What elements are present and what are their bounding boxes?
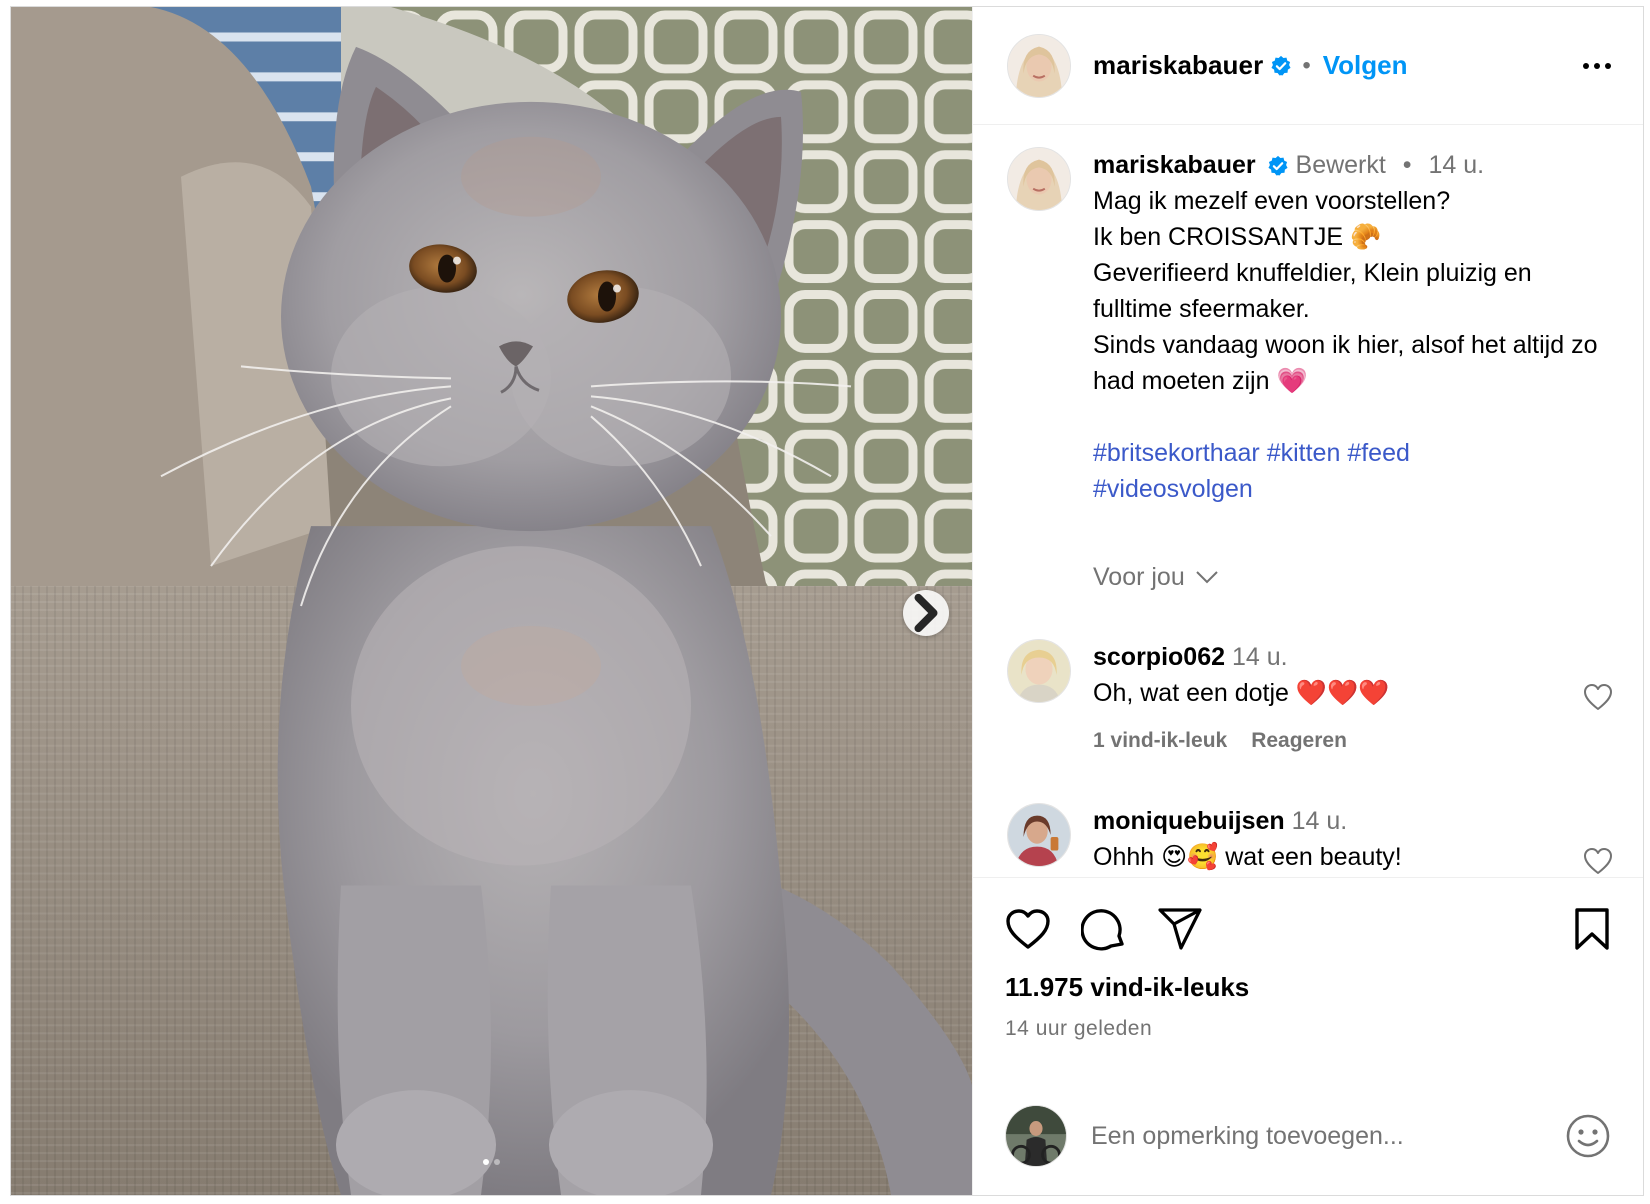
commenter-avatar-image bbox=[1008, 804, 1070, 866]
hashtag-link[interactable]: #kitten bbox=[1267, 439, 1341, 467]
caption: mariskabauer Bewerkt • 14 u. Mag ik meze… bbox=[1007, 147, 1611, 595]
more-options-icon bbox=[1583, 62, 1589, 69]
emoji-picker-button[interactable] bbox=[1565, 1113, 1611, 1159]
comment-meta-line: moniquebuijsen 14 u. bbox=[1093, 803, 1611, 839]
commenter-avatar[interactable] bbox=[1007, 639, 1071, 703]
heart-icon bbox=[1584, 684, 1612, 710]
comments-section[interactable]: mariskabauer Bewerkt • 14 u. Mag ik meze… bbox=[973, 125, 1643, 877]
follow-button[interactable]: Volgen bbox=[1323, 50, 1408, 81]
share-button[interactable] bbox=[1157, 907, 1203, 951]
comment-like-button[interactable] bbox=[1583, 847, 1613, 877]
author-avatar-image bbox=[1008, 148, 1070, 210]
verified-badge-icon bbox=[1267, 155, 1289, 177]
comment-actions: 1 vind-ik-leuk Reageren bbox=[1093, 723, 1611, 759]
comment-timestamp[interactable]: 14 u. bbox=[1232, 643, 1288, 671]
carousel-indicator bbox=[11, 1159, 972, 1165]
caption-username[interactable]: mariskabauer bbox=[1093, 151, 1256, 179]
verified-badge-icon bbox=[1270, 55, 1292, 77]
for-you-toggle[interactable]: Voor jou bbox=[1093, 559, 1611, 595]
current-user-avatar-image bbox=[1006, 1106, 1066, 1166]
smiley-icon bbox=[1566, 1114, 1610, 1158]
reply-button[interactable]: Reageren bbox=[1251, 723, 1347, 759]
comment-likes-count[interactable]: 1 vind-ik-leuk bbox=[1093, 723, 1227, 759]
comment-item: moniquebuijsen 14 u. Ohhh 😍🥰 wat een bea… bbox=[1007, 803, 1613, 877]
heart-icon bbox=[1006, 909, 1050, 949]
caption-timestamp[interactable]: 14 u. bbox=[1429, 151, 1485, 179]
caption-author-avatar[interactable] bbox=[1007, 147, 1071, 211]
post-media[interactable] bbox=[11, 7, 972, 1195]
like-button[interactable] bbox=[1005, 908, 1051, 950]
commenter-avatar[interactable] bbox=[1007, 803, 1071, 867]
post-timestamp[interactable]: 14 uur geleden bbox=[1005, 1017, 1611, 1041]
more-options-button[interactable] bbox=[1583, 55, 1611, 77]
comment-input[interactable] bbox=[1089, 1120, 1565, 1152]
post-actions: 11.975 vind-ik-leuks 14 uur geleden bbox=[973, 877, 1643, 1041]
comment-body: scorpio062 14 u. Oh, wat een dotje ❤️❤️❤… bbox=[1093, 639, 1613, 759]
current-user-avatar bbox=[1005, 1105, 1067, 1167]
author-avatar-image bbox=[1008, 34, 1070, 97]
caption-meta-separator: • bbox=[1402, 151, 1412, 179]
post-dialog: mariskabauer • Volgen mariskabauer Bewer… bbox=[10, 6, 1644, 1196]
more-options-icon-dot bbox=[1605, 62, 1611, 69]
save-button[interactable] bbox=[1573, 907, 1611, 951]
comment-username[interactable]: scorpio062 bbox=[1093, 643, 1225, 671]
caption-meta-line: mariskabauer Bewerkt • 14 u. bbox=[1093, 147, 1611, 183]
heart-icon bbox=[1584, 848, 1612, 874]
comment-text: Oh, wat een dotje ❤️❤️❤️ bbox=[1093, 679, 1390, 707]
comment-timestamp[interactable]: 14 u. bbox=[1292, 807, 1348, 835]
carousel-next-button[interactable] bbox=[903, 590, 949, 636]
comment-bubble-icon bbox=[1081, 909, 1124, 951]
hashtag-link[interactable]: #videosvolgen bbox=[1093, 475, 1253, 503]
commenter-avatar-image bbox=[1008, 640, 1070, 702]
comment-meta-line: scorpio062 14 u. bbox=[1093, 639, 1611, 675]
carousel-dot-1 bbox=[483, 1159, 489, 1165]
header-separator: • bbox=[1302, 51, 1311, 79]
caption-edited-label: Bewerkt bbox=[1295, 151, 1386, 179]
author-username[interactable]: mariskabauer bbox=[1093, 50, 1263, 81]
paper-plane-icon bbox=[1158, 908, 1202, 950]
carousel-dot-2 bbox=[494, 1159, 500, 1165]
caption-body: mariskabauer Bewerkt • 14 u. Mag ik meze… bbox=[1093, 147, 1611, 595]
comment-like-button[interactable] bbox=[1583, 683, 1613, 721]
post-header: mariskabauer • Volgen bbox=[973, 7, 1643, 125]
author-avatar[interactable] bbox=[1007, 33, 1071, 98]
comment-text: Ohhh 😍🥰 wat een beauty! bbox=[1093, 843, 1402, 871]
chevron-down-icon bbox=[1196, 571, 1218, 584]
comment-username[interactable]: moniquebuijsen bbox=[1093, 807, 1285, 835]
kitten-photo bbox=[11, 7, 972, 1195]
comment-body: moniquebuijsen 14 u. Ohhh 😍🥰 wat een bea… bbox=[1093, 803, 1613, 877]
post-side-panel: mariskabauer • Volgen mariskabauer Bewer… bbox=[972, 7, 1643, 1195]
hashtag-link[interactable]: #feed bbox=[1347, 439, 1410, 467]
comment-item: scorpio062 14 u. Oh, wat een dotje ❤️❤️❤… bbox=[1007, 639, 1613, 759]
caption-text: Mag ik mezelf even voorstellen? Ik ben C… bbox=[1093, 187, 1598, 395]
caption-hashtags: #britsekorthaar #kitten #feed #videosvol… bbox=[1093, 435, 1611, 507]
hashtag-link[interactable]: #britsekorthaar bbox=[1093, 439, 1260, 467]
action-icons bbox=[1005, 906, 1611, 952]
chevron-right-icon bbox=[914, 593, 938, 633]
bookmark-icon bbox=[1575, 908, 1609, 950]
comment-button[interactable] bbox=[1081, 906, 1127, 952]
more-options-icon-dot bbox=[1594, 62, 1600, 69]
likes-count[interactable]: 11.975 vind-ik-leuks bbox=[1005, 972, 1611, 1003]
add-comment-bar bbox=[973, 1077, 1643, 1195]
for-you-label: Voor jou bbox=[1093, 563, 1185, 591]
